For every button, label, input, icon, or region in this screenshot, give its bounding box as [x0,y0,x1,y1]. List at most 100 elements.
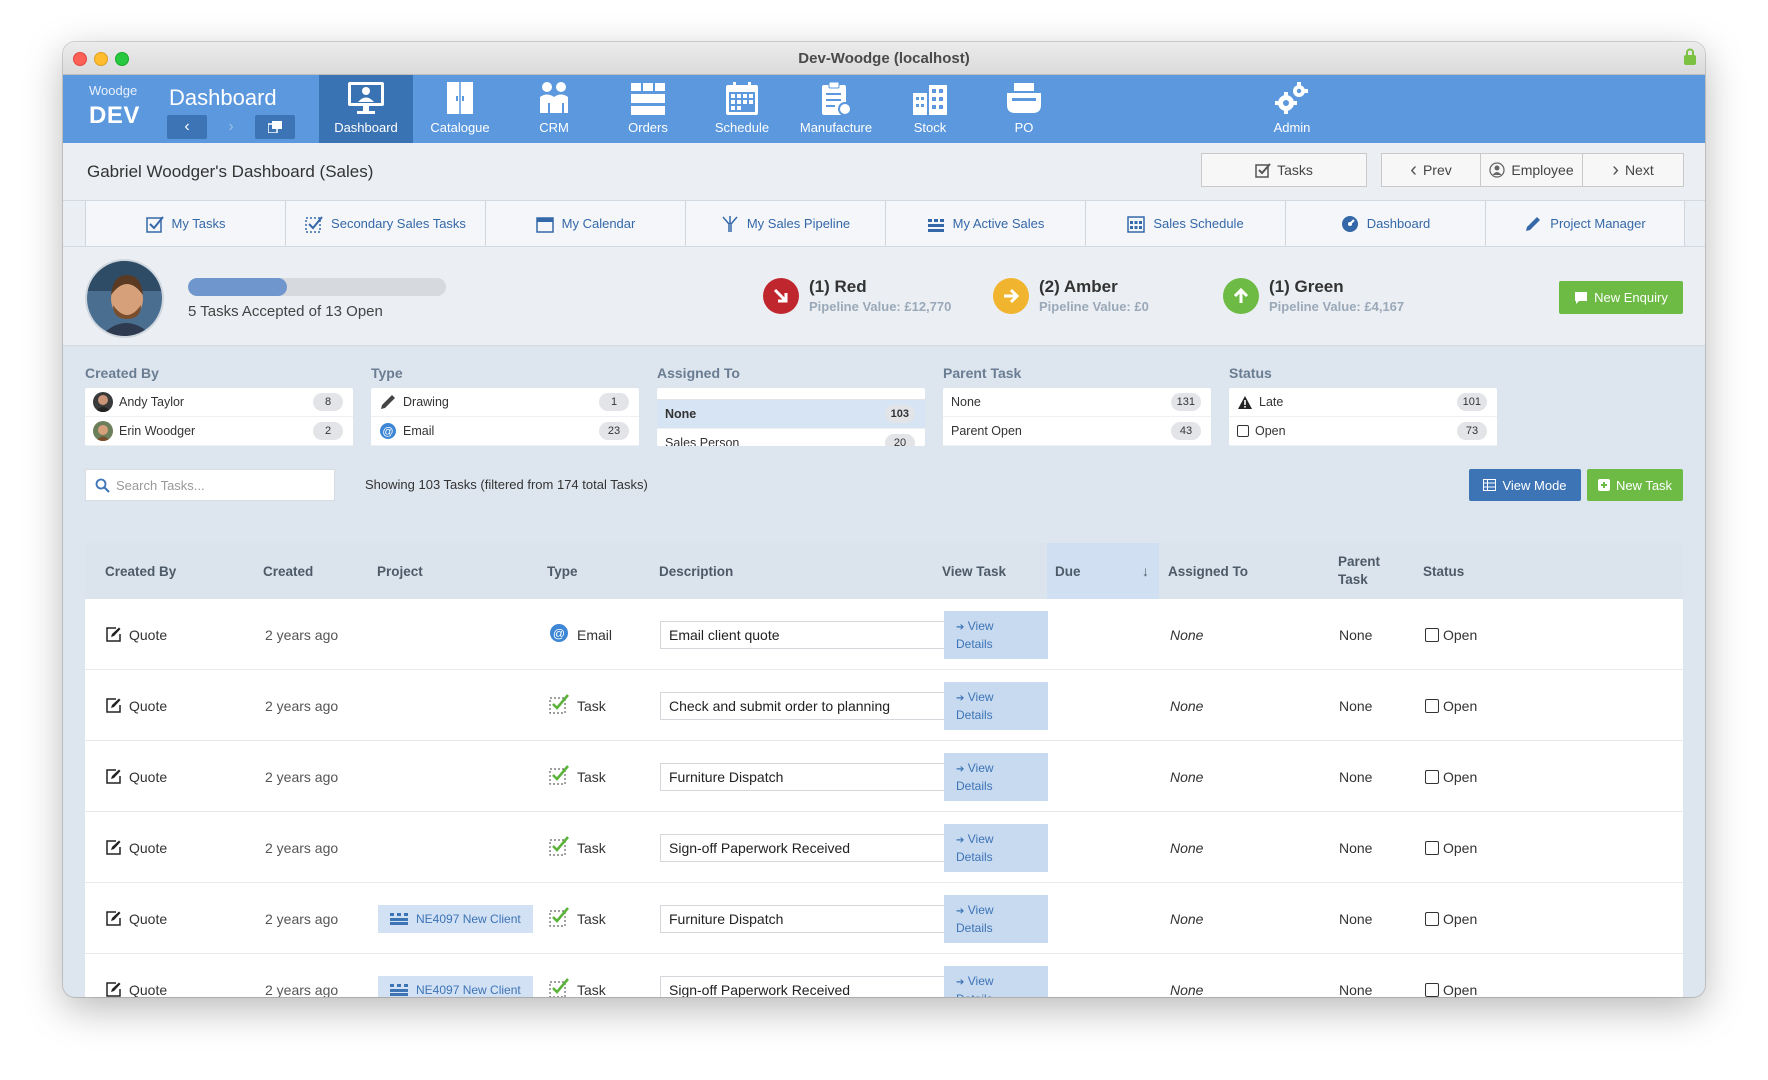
view-details-button[interactable]: ➔ ViewDetails [944,894,1048,943]
description-field[interactable]: Check and submit order to planning [660,691,956,720]
col-view-task[interactable]: View Task [942,543,1006,599]
table-row[interactable]: Quote 2 years ago NE4097 New Client Task… [85,954,1683,997]
col-due[interactable]: Due ↓ [1047,543,1159,599]
parent-task-cell: None [1339,768,1373,785]
tasks-button[interactable]: Tasks [1201,153,1367,187]
view-details-button[interactable]: ➔ ViewDetails [944,965,1048,997]
status-cell: Open [1425,670,1477,741]
filter-option[interactable]: Open 73 [1229,417,1497,446]
col-parent-task[interactable]: Parent Task [1338,543,1398,599]
avatar [93,421,113,441]
filter-option[interactable]: Late 101 [1229,388,1497,417]
description-field[interactable]: Sign-off Paperwork Received [660,975,956,997]
pipeline-red[interactable]: (1) Red Pipeline Value: £12,770 [763,277,951,314]
tab-my-sales-pipeline[interactable]: My Sales Pipeline [685,201,885,246]
tab-my-calendar[interactable]: My Calendar [485,201,685,246]
tasks-progress-fill [188,278,288,296]
nav-back-button[interactable]: ‹ [167,115,207,139]
warehouse-icon [913,85,947,115]
edit-icon [106,626,121,642]
dashboard-header: Gabriel Woodger's Dashboard (Sales) Task… [63,143,1705,201]
dashed-checkbox-icon [549,836,569,856]
wardrobe-icon [447,82,473,114]
col-created-by[interactable]: Created By [105,543,176,599]
tasks-table: Created By Created Project Type Descript… [85,543,1683,997]
avatar [85,259,164,338]
nav-forward-button[interactable]: › [211,115,251,139]
status-checkbox[interactable] [1425,982,1439,997]
filter-option[interactable]: @ Email 23 [371,417,639,446]
view-details-button[interactable]: ➔ ViewDetails [944,681,1048,730]
window-title: Dev-Woodge (localhost) [798,50,970,67]
employee-button[interactable]: Employee [1480,153,1583,187]
nav-po[interactable]: PO [977,75,1071,143]
description-field[interactable]: Furniture Dispatch [660,904,956,933]
new-task-button[interactable]: New Task [1587,469,1683,501]
col-created[interactable]: Created [263,543,313,599]
created-cell: 2 years ago [265,768,339,785]
gears-icon [1275,82,1308,114]
col-type[interactable]: Type [547,543,578,599]
people-icon [540,82,568,113]
table-row[interactable]: Quote 2 years ago NE4097 New Client Task… [85,883,1683,954]
nav-schedule[interactable]: Schedule [695,75,789,143]
nav-catalogue[interactable]: Catalogue [413,75,507,143]
table-row[interactable]: Quote 2 years ago Task Sign-off Paperwor… [85,812,1683,883]
view-details-button[interactable]: ➔ ViewDetails [944,752,1048,801]
view-details-button[interactable]: ➔ ViewDetails [944,610,1048,659]
search-input[interactable]: Search Tasks... [85,469,335,501]
table-body: Quote 2 years ago @ Email Email client qu… [85,599,1683,997]
col-description[interactable]: Description [659,543,733,599]
tab-my-active-sales[interactable]: My Active Sales [885,201,1085,246]
status-checkbox[interactable] [1425,627,1439,642]
description-field[interactable]: Furniture Dispatch [660,762,956,791]
brand-name: Woodge [89,83,138,98]
tab-project-manager[interactable]: Project Manager [1485,201,1685,246]
filter-option[interactable]: Parent Open 43 [943,417,1211,446]
filter-option[interactable]: Andy Taylor 8 [85,388,353,417]
arrow-circle-icon: ➔ [956,763,965,775]
arrow-right-icon [993,277,1029,314]
tab-secondary-sales-tasks[interactable]: Secondary Sales Tasks [285,201,485,246]
project-link[interactable]: NE4097 New Client [378,975,533,997]
edit-icon [106,981,121,997]
filter-option[interactable]: None 131 [943,388,1211,417]
status-checkbox[interactable] [1425,698,1439,713]
filter-option[interactable]: Erin Woodger 2 [85,417,353,446]
new-enquiry-button[interactable]: New Enquiry [1559,281,1683,314]
status-checkbox[interactable] [1425,840,1439,855]
table-row[interactable]: Quote 2 years ago @ Email Email client qu… [85,599,1683,670]
description-field[interactable]: Sign-off Paperwork Received [660,833,956,862]
view-details-button[interactable]: ➔ ViewDetails [944,823,1048,872]
tab-dashboard[interactable]: Dashboard [1285,201,1485,246]
col-project[interactable]: Project [377,543,423,599]
table-row[interactable]: Quote 2 years ago Task Furniture Dispatc… [85,741,1683,812]
filter-option[interactable]: Sales Person 20 [657,429,925,446]
nav-orders[interactable]: Orders [601,75,695,143]
description-field[interactable]: Email client quote [660,620,956,649]
tab-sales-schedule[interactable]: Sales Schedule [1085,201,1285,246]
view-mode-button[interactable]: View Mode [1469,469,1581,501]
col-status[interactable]: Status [1423,543,1464,599]
nav-admin[interactable]: Admin [1245,75,1339,143]
table-row[interactable]: Quote 2 years ago Task Check and submit … [85,670,1683,741]
tab-my-tasks[interactable]: My Tasks [85,201,285,246]
description-cell: Furniture Dispatch [660,741,956,812]
nav-crm[interactable]: CRM [507,75,601,143]
type-cell: Task [549,812,606,883]
nav-manufacture[interactable]: Manufacture [789,75,883,143]
col-assigned-to[interactable]: Assigned To [1168,543,1248,599]
filter-option[interactable]: None 103 [657,400,925,429]
task-toolbar: Search Tasks... Showing 103 Tasks (filte… [63,457,1705,517]
status-checkbox[interactable] [1425,769,1439,784]
next-employee-button[interactable]: › Next [1582,153,1684,187]
pipeline-green[interactable]: (1) Green Pipeline Value: £4,167 [1223,277,1404,314]
project-link[interactable]: NE4097 New Client [378,904,533,933]
filter-option[interactable]: Drawing 1 [371,388,639,417]
pipeline-amber[interactable]: (2) Amber Pipeline Value: £0 [993,277,1149,314]
new-window-button[interactable] [255,115,295,139]
status-checkbox[interactable] [1425,911,1439,926]
prev-employee-button[interactable]: ‹ Prev [1381,153,1481,187]
nav-stock[interactable]: Stock [883,75,977,143]
nav-dashboard[interactable]: Dashboard [319,75,413,143]
